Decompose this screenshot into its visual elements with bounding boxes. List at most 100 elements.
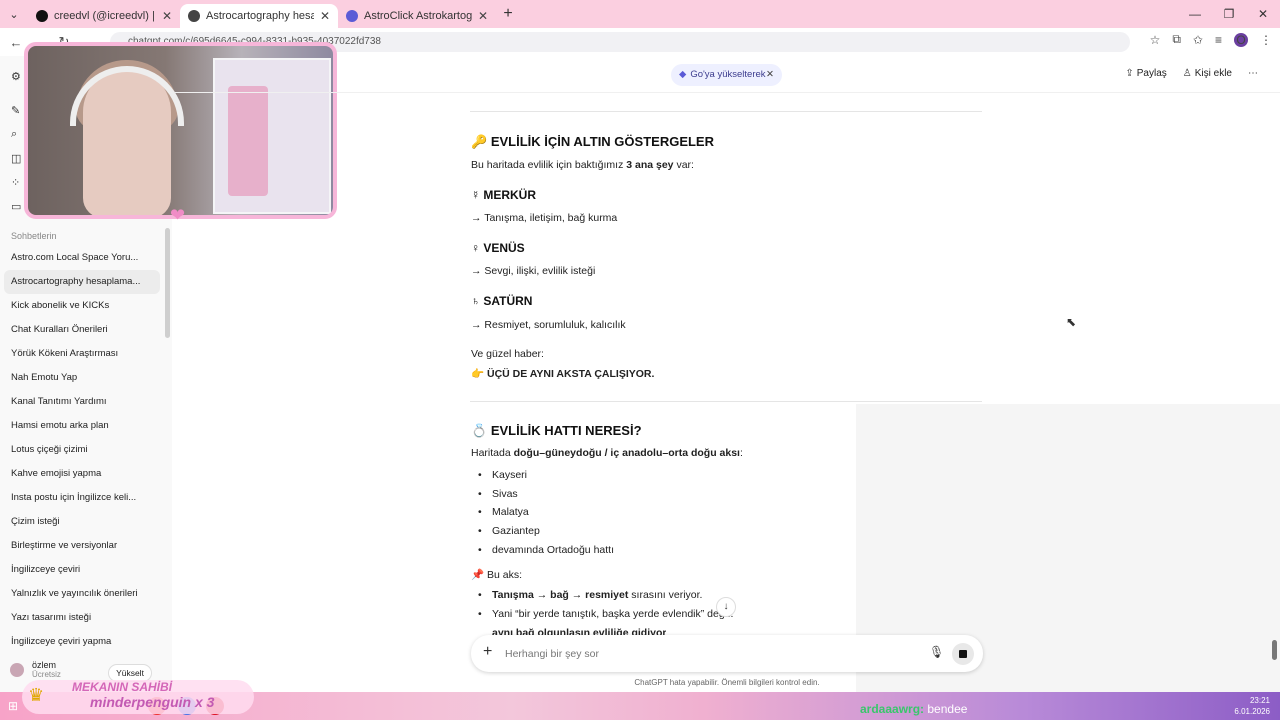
chatgpt-logo-icon[interactable]: ⚙ xyxy=(11,70,23,83)
chat-history-item[interactable]: Astro.com Local Space Yoru... xyxy=(4,246,160,270)
list-item: Kayseri xyxy=(478,469,527,481)
sidebar-scrollbar[interactable] xyxy=(165,228,170,338)
bookmark-star-icon[interactable]: ☆ xyxy=(1150,33,1161,47)
microphone-icon[interactable]: 🎙 xyxy=(929,645,944,659)
chat-history-item[interactable]: Nah Emotu Yap xyxy=(4,366,160,390)
close-icon[interactable]: ✕ xyxy=(766,64,774,86)
more-options-icon[interactable]: ⋯ xyxy=(1248,68,1258,79)
restore-icon[interactable]: ❐ xyxy=(1212,0,1246,28)
city-name: Kayseri xyxy=(492,469,528,481)
chat-history-item[interactable]: Chat Kuralları Önerileri xyxy=(4,318,160,342)
library-icon[interactable]: ◫ xyxy=(11,152,23,165)
gpts-icon[interactable]: ⁘ xyxy=(11,176,23,189)
user-name: özlem xyxy=(32,660,57,670)
more-menu-icon[interactable]: ⋮ xyxy=(1260,33,1272,47)
upgrade-go-pill[interactable]: ◆ Go'ya yükselterek ✕ xyxy=(671,64,782,86)
chat-history-list: Astro.com Local Space Yoru... Astrocarto… xyxy=(4,246,160,654)
browser-tab-strip: ⌄ creedvl (@icreedvl) | TikTok ✕ Astroca… xyxy=(0,0,1280,28)
planet-heading-saturn: ♄ SATÜRN xyxy=(471,294,532,308)
minimize-icon[interactable]: — xyxy=(1178,0,1212,28)
user-account[interactable]: özlem Ücretsiz xyxy=(10,660,61,679)
arrow-down-icon: ↓ xyxy=(723,601,729,612)
close-icon[interactable]: ✕ xyxy=(314,9,330,23)
city-name: Sivas xyxy=(492,488,518,500)
chat-history-item[interactable]: Kahve emojisi yapma xyxy=(4,462,160,486)
chat-history-item[interactable]: Yazı tasarımı isteği xyxy=(4,606,160,630)
city-name: Gaziantep xyxy=(492,525,540,537)
back-icon[interactable]: ← xyxy=(4,35,28,50)
chat-history-item[interactable]: İngilizceye çeviri xyxy=(4,558,160,582)
chat-history-item[interactable]: Insta postu için İngilizce keli... xyxy=(4,486,160,510)
prompt-input[interactable] xyxy=(505,645,905,663)
chat-history-item[interactable]: Lotus çiçeği çizimi xyxy=(4,438,160,462)
axis-label: Bu aks: xyxy=(487,569,523,581)
chat-history-item[interactable]: Hamsi emotu arka plan xyxy=(4,414,160,438)
chat-history-item-active[interactable]: Astrocartography hesaplama... xyxy=(4,270,160,294)
webcam-overlay xyxy=(24,42,337,219)
chat-history-item[interactable]: Kick abonelik ve KICKs xyxy=(4,294,160,318)
ring-icon: 💍 xyxy=(471,423,488,438)
chat-history-item[interactable]: Çizim isteği xyxy=(4,510,160,534)
intro-post: var: xyxy=(673,159,694,171)
diamond-icon: ◆ xyxy=(679,69,687,80)
webcam-pc-fans xyxy=(228,86,268,196)
intro-post: : xyxy=(739,447,743,459)
intro-pre: Bu haritada evlilik için baktığımız xyxy=(471,159,627,171)
chat-text: bendee xyxy=(927,702,968,716)
share-icon: ⇪ xyxy=(1125,68,1134,79)
chat-history-item[interactable]: Yalnızlık ve yayıncılık önerileri xyxy=(4,582,160,606)
city-name: Malatya xyxy=(492,506,529,518)
tab-title: Astrocartography hesaplama ya xyxy=(206,10,314,22)
pushpin-icon: 📌 xyxy=(471,569,485,581)
browser-tab-astroclick[interactable]: AstroClick Astrokartografi Yoru ✕ xyxy=(338,4,496,28)
new-tab-icon[interactable]: + xyxy=(496,5,520,23)
profile-avatar[interactable]: O xyxy=(1234,32,1248,47)
chat-history-item[interactable]: Kanal Tanıtımı Yardımı xyxy=(4,390,160,414)
divider xyxy=(470,111,982,112)
browser-tab-tiktok[interactable]: creedvl (@icreedvl) | TikTok ✕ xyxy=(28,4,180,28)
astroclick-icon xyxy=(346,10,358,22)
plus-icon[interactable]: + xyxy=(483,643,492,661)
search-icon[interactable]: ⌕ xyxy=(11,128,23,140)
stop-button[interactable] xyxy=(952,643,974,665)
planet-desc: → Sevgi, ilişki, evlilik isteği xyxy=(471,265,596,277)
list-item: Yani “bir yerde tanıştık, başka yerde ev… xyxy=(478,608,733,620)
close-icon[interactable]: ✕ xyxy=(156,9,172,23)
media-icon[interactable]: ≡ xyxy=(1215,33,1222,47)
pointing-hand-icon: 👉 xyxy=(471,368,485,380)
browser-tab-chatgpt[interactable]: Astrocartography hesaplama ya ✕ xyxy=(180,4,338,28)
close-icon[interactable]: ✕ xyxy=(472,9,488,23)
crown-icon: ♛ xyxy=(28,685,45,705)
extensions-icon[interactable]: ⧉ xyxy=(1172,32,1181,47)
chat-history-item[interactable]: Birleştirme ve versiyonlar xyxy=(4,534,160,558)
chat-history-item[interactable]: İngilizceye çeviri yapma xyxy=(4,630,160,654)
section-title: 🔑 EVLİLİK İÇİN ALTIN GÖSTERGELER xyxy=(471,134,714,150)
add-people-button[interactable]: ♙ Kişi ekle xyxy=(1183,68,1232,79)
sidebar-section-title: Sohbetlerin xyxy=(11,231,57,241)
upgrade-go-label: Go'ya yükselterek xyxy=(690,69,766,80)
planet-heading-venus: ♀ VENÜS xyxy=(471,241,525,255)
axis-bullet-bold: aynı bağ olgunlaşın evliliğe gidiyor xyxy=(492,627,667,635)
clock-date: 6.01.2026 xyxy=(1234,707,1270,716)
scroll-down-button[interactable]: ↓ xyxy=(716,597,736,617)
tiktok-icon xyxy=(36,10,48,22)
windows-start-icon[interactable]: ⊞ xyxy=(8,699,18,713)
section-intro: Haritada doğu–güneydoğu / iç anadolu–ort… xyxy=(471,447,743,459)
axis-bullet-text: sırasını veriyor. xyxy=(628,589,703,601)
planet-name: VENÜS xyxy=(483,241,525,255)
chat-history-item[interactable]: Yörük Kökeni Araştırması xyxy=(4,342,160,366)
favorites-icon[interactable]: ✩ xyxy=(1193,33,1203,47)
section-title-text: EVLİLİK HATTI NERESİ? xyxy=(490,423,642,438)
planet-name: MERKÜR xyxy=(483,188,537,202)
page-scrollbar[interactable] xyxy=(1272,640,1277,660)
new-chat-icon[interactable]: ✎ xyxy=(11,104,23,117)
share-button[interactable]: ⇪ Paylaş xyxy=(1125,68,1166,79)
header-divider xyxy=(175,92,1280,93)
axis-bullet-cut: aynı bağ olgunlaşın evliliğe gidiyor xyxy=(492,627,666,635)
system-tray-clock[interactable]: 23:21 6.01.2026 xyxy=(1234,695,1270,717)
close-window-icon[interactable]: ✕ xyxy=(1246,0,1280,28)
list-item: Gaziantep xyxy=(478,525,540,537)
projects-icon[interactable]: ▭ xyxy=(11,200,23,213)
tab-search-icon[interactable]: ⌄ xyxy=(0,0,28,28)
axis-bullet-bold: Tanışma → bağ → resmiyet xyxy=(492,589,629,601)
